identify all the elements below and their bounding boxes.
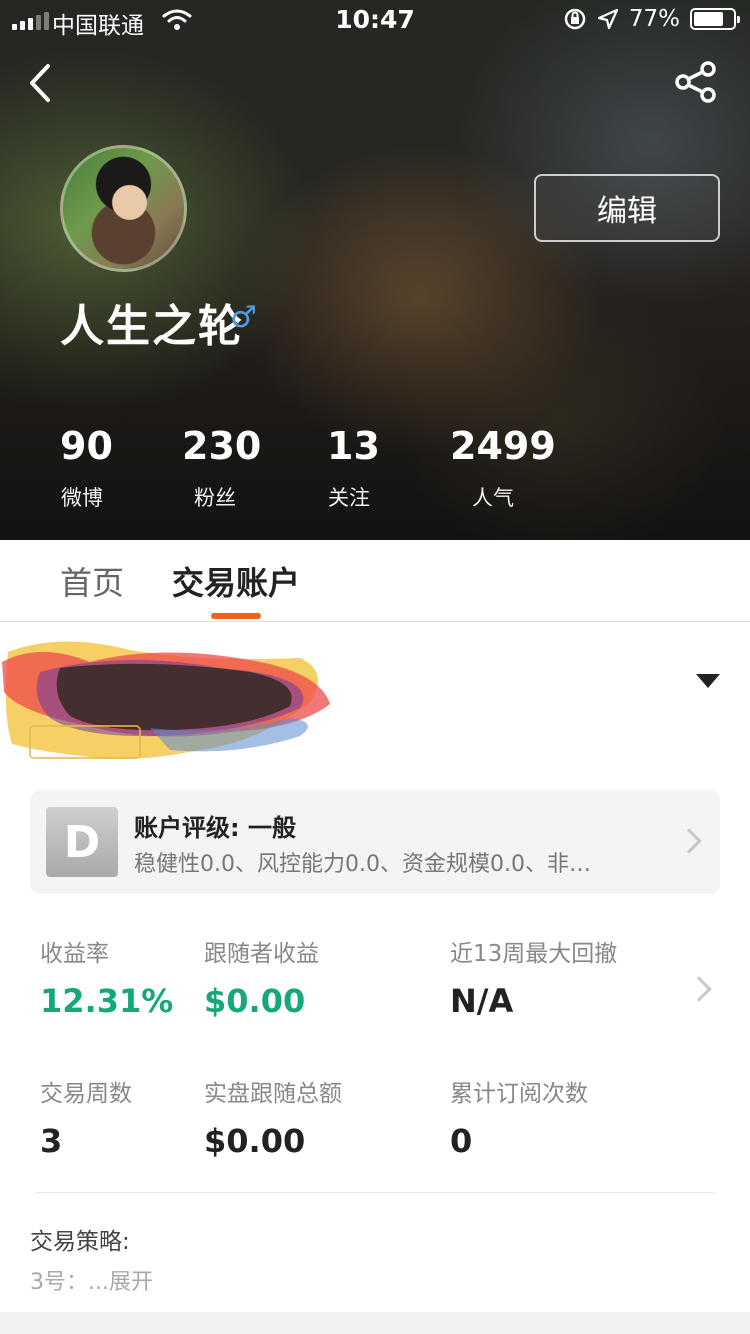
battery-percent: 77% — [628, 6, 680, 32]
metric-value-trading-weeks: 3 — [40, 1122, 63, 1160]
metric-value-follower-profit: $0.00 — [204, 982, 306, 1020]
rating-description: 稳健性0.0、风控能力0.0、资金规模0.0、非… — [134, 852, 591, 877]
stat-value: 2499 — [450, 424, 556, 468]
stat-value: 230 — [182, 424, 262, 468]
battery-fill — [694, 12, 724, 26]
metric-value-subscriptions: 0 — [450, 1122, 473, 1160]
grade-badge: D — [46, 807, 118, 877]
dropdown-arrow-icon[interactable] — [696, 674, 720, 688]
redacted-account-scribble — [2, 641, 330, 759]
location-icon — [597, 8, 618, 30]
stat-label: 人气 — [472, 486, 514, 510]
battery-icon — [690, 8, 740, 30]
stat-label: 关注 — [328, 486, 370, 510]
divider — [36, 1192, 714, 1193]
avatar[interactable] — [60, 145, 187, 272]
rating-title: 账户评级: 一般 — [134, 814, 296, 842]
metric-label-subscriptions: 累计订阅次数 — [450, 1081, 588, 1107]
tab-trading-account[interactable]: 交易账户 — [172, 558, 300, 604]
metric-value-max-drawdown: N/A — [450, 982, 514, 1020]
male-icon: ♂ — [230, 300, 257, 335]
edit-profile-button[interactable]: 编辑 — [534, 174, 720, 242]
stat-popularity[interactable]: 2499 人气 — [450, 424, 556, 512]
metric-value-copy-total: $0.00 — [204, 1122, 306, 1160]
stat-following[interactable]: 13 关注 — [327, 424, 380, 512]
metric-label-return-rate: 收益率 — [40, 941, 109, 967]
username: 人生之轮 — [60, 301, 244, 352]
metric-value-return-rate: 12.31% — [40, 982, 174, 1020]
metric-label-max-drawdown: 近13周最大回撤 — [450, 941, 618, 967]
chevron-right-icon — [676, 828, 702, 854]
strategy-label: 交易策略: — [30, 1229, 130, 1255]
status-bar: 中国联通 10:47 77% — [0, 0, 750, 40]
share-button[interactable] — [672, 60, 720, 104]
stat-fans[interactable]: 230 粉丝 — [182, 424, 262, 512]
metric-label-copy-total: 实盘跟随总额 — [204, 1081, 342, 1107]
tab-home[interactable]: 首页 — [60, 558, 124, 604]
stat-label: 微博 — [61, 486, 103, 510]
metric-label-trading-weeks: 交易周数 — [40, 1081, 132, 1107]
orientation-lock-icon — [564, 8, 586, 30]
back-button[interactable] — [22, 58, 62, 108]
active-tab-indicator — [211, 613, 261, 619]
account-selector[interactable] — [0, 622, 750, 772]
strategy-expand-link[interactable]: 3号：...展开 — [30, 1264, 153, 1296]
chevron-right-icon[interactable] — [686, 976, 712, 1002]
stat-label: 粉丝 — [194, 486, 236, 510]
stat-value: 13 — [327, 424, 380, 468]
status-right: 77% — [563, 6, 740, 32]
stat-value: 90 — [60, 424, 113, 468]
account-rating-card[interactable]: D 账户评级: 一般 稳健性0.0、风控能力0.0、资金规模0.0、非… — [30, 790, 720, 894]
stat-weibo[interactable]: 90 微博 — [60, 424, 113, 512]
section-separator — [0, 1312, 750, 1334]
metric-label-follower-profit: 跟随者收益 — [204, 941, 319, 967]
profile-header: 中国联通 10:47 77% 编辑 人生之轮 ♂ 90 微博 230 粉丝 13… — [0, 0, 750, 540]
profile-tabs: 首页 交易账户 — [0, 540, 750, 622]
